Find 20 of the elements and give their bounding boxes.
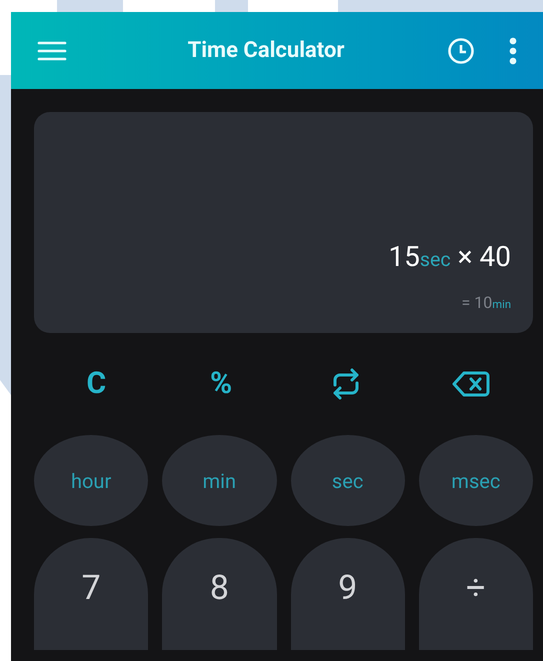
digit-key[interactable]: 9 [290, 538, 405, 650]
backspace-button[interactable] [450, 370, 491, 398]
function-key[interactable]: % [210, 369, 232, 399]
swap-button[interactable] [330, 367, 361, 401]
unit-key[interactable]: msec [418, 435, 533, 526]
unit-key[interactable]: sec [290, 435, 405, 526]
clock-icon[interactable] [447, 36, 475, 64]
digit-key[interactable]: 7 [34, 538, 148, 650]
more-options-icon[interactable] [509, 36, 517, 64]
menu-icon[interactable] [37, 40, 67, 62]
expression-text: 15sec × 40 [388, 243, 511, 271]
result-text: = 10min [462, 295, 511, 311]
digit-key[interactable]: 8 [162, 538, 276, 650]
unit-key[interactable]: min [162, 435, 276, 526]
repeat-icon [330, 367, 361, 401]
function-key[interactable]: C [86, 369, 106, 399]
unit-key[interactable]: hour [34, 435, 148, 526]
digit-key[interactable]: ÷ [418, 538, 533, 650]
backspace-icon [450, 370, 491, 398]
app-title: Time Calculator [188, 37, 344, 65]
